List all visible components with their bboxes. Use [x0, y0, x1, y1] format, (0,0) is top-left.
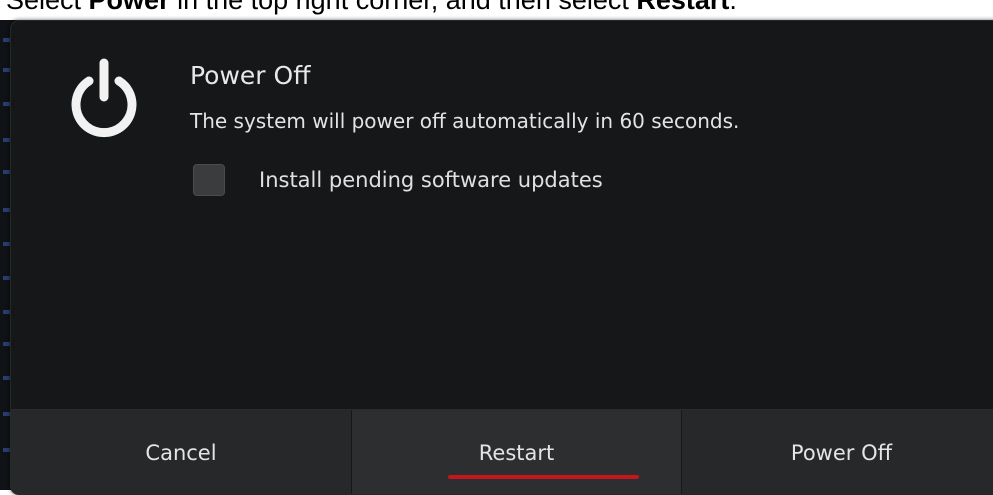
- cancel-button-label: Cancel: [145, 440, 217, 465]
- install-updates-label: Install pending software updates: [259, 168, 603, 192]
- install-updates-option[interactable]: Install pending software updates: [193, 164, 603, 196]
- instruction-prefix: Select: [6, 0, 89, 15]
- instruction-bold-restart: Restart: [636, 0, 730, 15]
- cancel-button[interactable]: Cancel: [11, 410, 352, 494]
- screenshot: Select Power in the top right corner, an…: [0, 0, 993, 495]
- power-off-dialog: Power Off The system will power off auto…: [10, 20, 993, 495]
- instruction-suffix: .: [729, 0, 737, 15]
- restart-button-label: Restart: [478, 440, 555, 465]
- dialog-message: The system will power off automatically …: [190, 109, 740, 133]
- highlight-underline: [448, 475, 639, 479]
- instruction-bold-power: Power: [88, 0, 170, 15]
- power-off-button-label: Power Off: [790, 440, 893, 465]
- instruction-middle: in the top right corner, and then select: [169, 0, 637, 15]
- restart-button[interactable]: Restart: [352, 410, 682, 494]
- power-icon: [71, 58, 137, 138]
- install-updates-checkbox[interactable]: [193, 164, 225, 196]
- dialog-button-bar: Cancel Restart Power Off: [11, 409, 993, 494]
- power-off-button[interactable]: Power Off: [682, 410, 993, 494]
- instruction-text: Select Power in the top right corner, an…: [6, 0, 737, 17]
- dialog-title: Power Off: [190, 61, 311, 90]
